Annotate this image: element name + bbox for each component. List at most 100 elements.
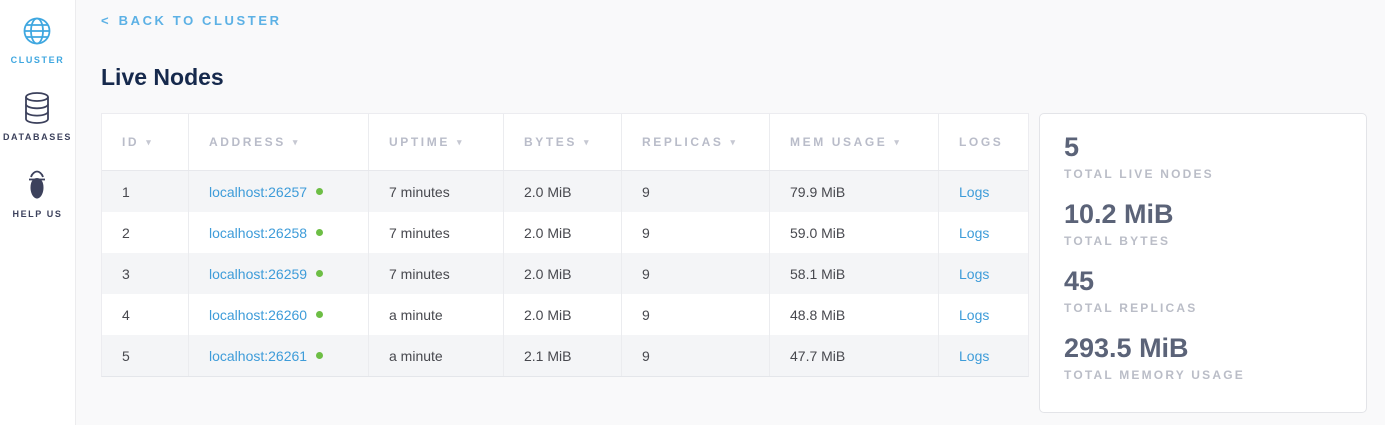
cluster-summary-card: 5 TOTAL LIVE NODES 10.2 MiB TOTAL BYTES … xyxy=(1039,113,1367,413)
summary-value: 293.5 MiB xyxy=(1064,331,1342,365)
back-to-cluster-link[interactable]: < BACK TO CLUSTER xyxy=(101,13,282,28)
node-logs-link[interactable]: Logs xyxy=(959,348,989,364)
sidebar-item-cluster[interactable]: CLUSTER xyxy=(11,14,65,65)
cell-replicas: 9 xyxy=(622,294,770,335)
sidebar-item-label: HELP US xyxy=(12,209,62,219)
node-address-link[interactable]: localhost:26261 xyxy=(209,348,307,364)
cell-address: localhost:26258 xyxy=(189,212,369,253)
back-link-label: BACK TO CLUSTER xyxy=(119,13,282,28)
cell-node-id: 1 xyxy=(102,171,189,212)
node-live-status-dot xyxy=(316,352,323,359)
summary-total-bytes: 10.2 MiB TOTAL BYTES xyxy=(1064,197,1342,249)
cell-uptime: 7 minutes xyxy=(369,212,504,253)
app-window: CLUSTER DATABASES HELP US xyxy=(0,0,1385,425)
sidebar: CLUSTER DATABASES HELP US xyxy=(0,0,76,425)
back-arrow-icon: < xyxy=(101,13,109,28)
table-row: 1 localhost:26257 7 minutes 2.0 MiB 9 79… xyxy=(102,171,1028,212)
sort-arrow-icon: ▾ xyxy=(457,137,464,148)
column-header-id[interactable]: ID ▾ xyxy=(102,114,189,170)
node-logs-link[interactable]: Logs xyxy=(959,266,989,282)
summary-label: TOTAL BYTES xyxy=(1064,233,1342,249)
summary-label: TOTAL REPLICAS xyxy=(1064,300,1342,316)
cell-address: localhost:26259 xyxy=(189,253,369,294)
cell-logs: Logs xyxy=(939,171,1028,212)
summary-total-memory-usage: 293.5 MiB TOTAL MEMORY USAGE xyxy=(1064,331,1342,383)
summary-label: TOTAL MEMORY USAGE xyxy=(1064,367,1342,383)
page-title: Live Nodes xyxy=(101,64,1385,91)
table-body: 1 localhost:26257 7 minutes 2.0 MiB 9 79… xyxy=(102,171,1028,376)
summary-total-replicas: 45 TOTAL REPLICAS xyxy=(1064,264,1342,316)
node-logs-link[interactable]: Logs xyxy=(959,184,989,200)
live-nodes-table: ID ▾ ADDRESS ▾ UPTIME ▾ BYTES ▾ xyxy=(101,113,1029,377)
node-address-link[interactable]: localhost:26260 xyxy=(209,307,307,323)
cell-bytes: 2.0 MiB xyxy=(504,171,622,212)
node-live-status-dot xyxy=(316,188,323,195)
main-content: < BACK TO CLUSTER Live Nodes ID ▾ ADDRES… xyxy=(76,0,1385,425)
cell-replicas: 9 xyxy=(622,212,770,253)
sidebar-item-label: DATABASES xyxy=(3,132,72,142)
cockroach-icon xyxy=(22,168,52,202)
cell-logs: Logs xyxy=(939,253,1028,294)
cell-mem-usage: 79.9 MiB xyxy=(770,171,939,212)
column-header-replicas[interactable]: REPLICAS ▾ xyxy=(622,114,770,170)
cell-uptime: a minute xyxy=(369,294,504,335)
sidebar-item-help-us[interactable]: HELP US xyxy=(12,168,62,219)
column-header-uptime[interactable]: UPTIME ▾ xyxy=(369,114,504,170)
sort-arrow-icon: ▾ xyxy=(293,137,300,148)
sidebar-item-databases[interactable]: DATABASES xyxy=(3,91,72,142)
cell-replicas: 9 xyxy=(622,171,770,212)
node-logs-link[interactable]: Logs xyxy=(959,225,989,241)
cell-mem-usage: 59.0 MiB xyxy=(770,212,939,253)
node-live-status-dot xyxy=(316,229,323,236)
cell-node-id: 2 xyxy=(102,212,189,253)
cell-bytes: 2.0 MiB xyxy=(504,253,622,294)
cell-mem-usage: 58.1 MiB xyxy=(770,253,939,294)
column-header-logs: LOGS xyxy=(939,114,1028,170)
cell-uptime: 7 minutes xyxy=(369,171,504,212)
cell-uptime: 7 minutes xyxy=(369,253,504,294)
cell-replicas: 9 xyxy=(622,335,770,376)
table-row: 4 localhost:26260 a minute 2.0 MiB 9 48.… xyxy=(102,294,1028,335)
cell-uptime: a minute xyxy=(369,335,504,376)
table-row: 3 localhost:26259 7 minutes 2.0 MiB 9 58… xyxy=(102,253,1028,294)
cell-replicas: 9 xyxy=(622,253,770,294)
node-logs-link[interactable]: Logs xyxy=(959,307,989,323)
globe-icon xyxy=(22,14,52,48)
table-header-row: ID ▾ ADDRESS ▾ UPTIME ▾ BYTES ▾ xyxy=(102,114,1028,171)
cell-node-id: 3 xyxy=(102,253,189,294)
table-row: 2 localhost:26258 7 minutes 2.0 MiB 9 59… xyxy=(102,212,1028,253)
cell-mem-usage: 48.8 MiB xyxy=(770,294,939,335)
node-address-link[interactable]: localhost:26258 xyxy=(209,225,307,241)
cell-logs: Logs xyxy=(939,294,1028,335)
column-header-address[interactable]: ADDRESS ▾ xyxy=(189,114,369,170)
cell-node-id: 4 xyxy=(102,294,189,335)
column-header-mem-usage[interactable]: MEM USAGE ▾ xyxy=(770,114,939,170)
node-address-link[interactable]: localhost:26259 xyxy=(209,266,307,282)
cell-bytes: 2.1 MiB xyxy=(504,335,622,376)
sort-arrow-icon: ▾ xyxy=(894,137,901,148)
cell-mem-usage: 47.7 MiB xyxy=(770,335,939,376)
sort-arrow-icon: ▾ xyxy=(730,137,737,148)
table-row: 5 localhost:26261 a minute 2.1 MiB 9 47.… xyxy=(102,335,1028,376)
node-address-link[interactable]: localhost:26257 xyxy=(209,184,307,200)
sort-arrow-icon: ▾ xyxy=(584,137,591,148)
cell-address: localhost:26260 xyxy=(189,294,369,335)
node-live-status-dot xyxy=(316,311,323,318)
summary-total-live-nodes: 5 TOTAL LIVE NODES xyxy=(1064,130,1342,182)
sort-arrow-icon: ▾ xyxy=(146,137,153,148)
cell-logs: Logs xyxy=(939,212,1028,253)
summary-value: 10.2 MiB xyxy=(1064,197,1342,231)
cell-address: localhost:26261 xyxy=(189,335,369,376)
database-icon xyxy=(22,91,52,125)
cell-node-id: 5 xyxy=(102,335,189,376)
summary-value: 5 xyxy=(1064,130,1342,164)
node-live-status-dot xyxy=(316,270,323,277)
sidebar-item-label: CLUSTER xyxy=(11,55,65,65)
cell-bytes: 2.0 MiB xyxy=(504,294,622,335)
column-header-bytes[interactable]: BYTES ▾ xyxy=(504,114,622,170)
summary-value: 45 xyxy=(1064,264,1342,298)
summary-label: TOTAL LIVE NODES xyxy=(1064,166,1342,182)
cell-logs: Logs xyxy=(939,335,1028,376)
cell-address: localhost:26257 xyxy=(189,171,369,212)
cell-bytes: 2.0 MiB xyxy=(504,212,622,253)
